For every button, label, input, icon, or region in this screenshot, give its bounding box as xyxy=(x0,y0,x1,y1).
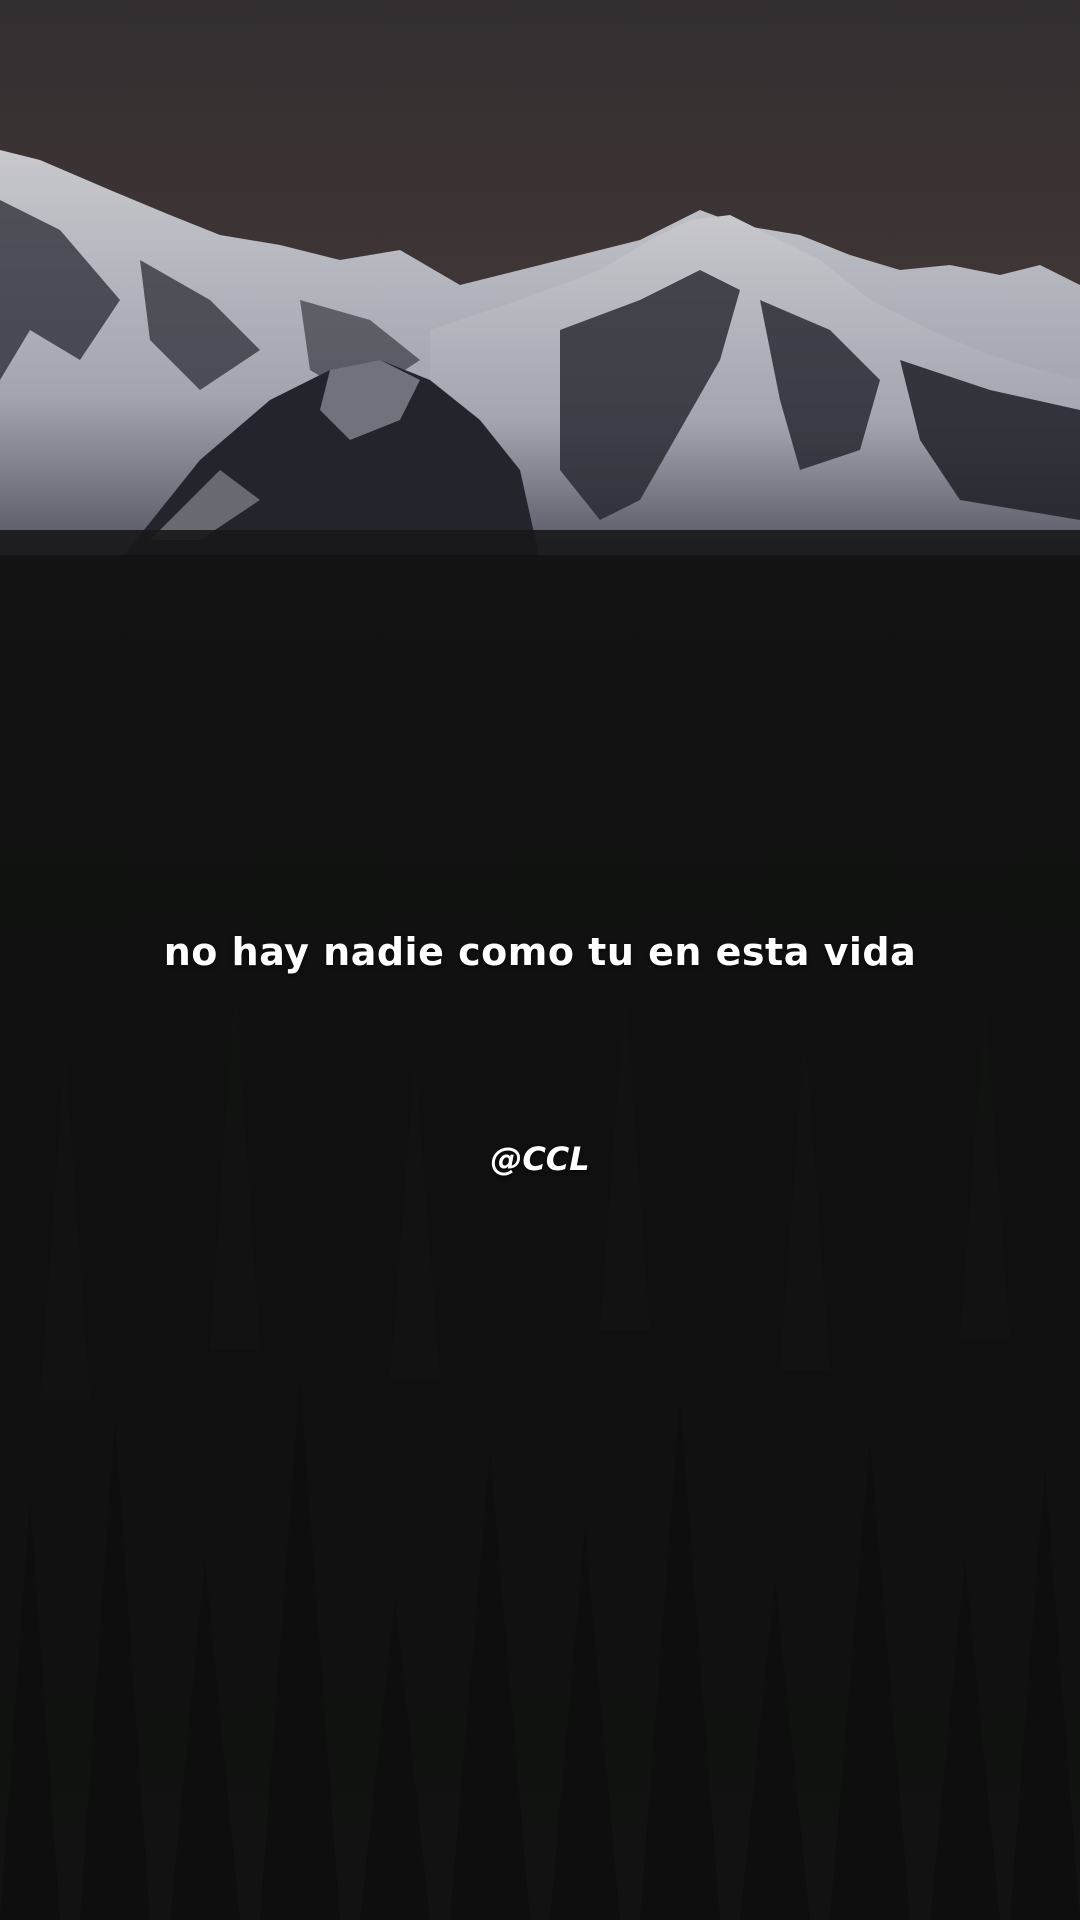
background-scene: no hay nadie como tu en esta vida @CCL xyxy=(0,0,1080,1920)
caption-text: no hay nadie como tu en esta vida xyxy=(163,930,917,974)
username-watermark: @CCL xyxy=(490,1140,590,1178)
